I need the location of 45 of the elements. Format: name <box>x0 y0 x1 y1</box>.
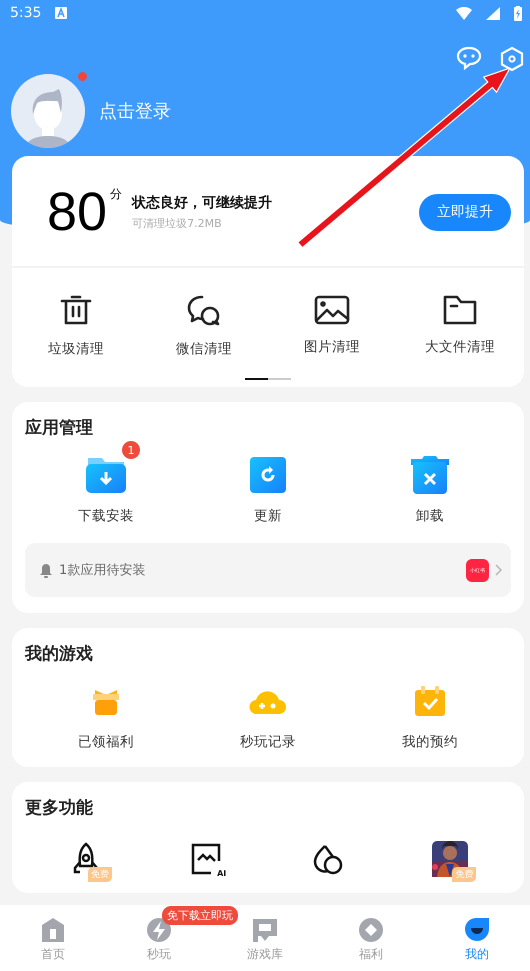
battery-icon <box>514 6 522 20</box>
image-icon <box>313 294 351 326</box>
refresh-icon <box>250 457 286 493</box>
junk-size-text: 可清理垃圾7.2MB <box>132 216 223 230</box>
chat-bubbles-icon <box>186 294 222 328</box>
wifi-icon <box>456 6 472 20</box>
bell-icon <box>39 562 53 578</box>
item-label[interactable]: 我的预约 <box>402 733 458 751</box>
delete-bin-icon <box>410 456 450 494</box>
notification-icon <box>55 7 68 19</box>
calendar-check-icon <box>414 686 446 716</box>
icon-caption: AI <box>217 869 226 878</box>
chat-icon[interactable] <box>456 46 482 70</box>
score-value: 80 <box>47 182 108 242</box>
tool-label[interactable]: 垃圾清理 <box>48 340 104 358</box>
flag-icon <box>252 917 278 943</box>
signal-icon <box>486 6 500 20</box>
count-badge: 1 <box>122 441 140 459</box>
tool-label[interactable]: 大文件清理 <box>425 338 495 356</box>
boost-button[interactable]: 立即提升 <box>419 194 511 230</box>
item-label[interactable]: 卸载 <box>416 507 444 525</box>
free-tag: 免费 <box>88 867 112 882</box>
chevron-right-icon <box>495 564 503 576</box>
item-label[interactable]: 更新 <box>254 507 282 525</box>
tool-label[interactable]: 微信清理 <box>176 340 232 358</box>
settings-icon[interactable] <box>500 46 524 72</box>
promo-tooltip: 免下载立即玩 <box>162 906 238 925</box>
tool-label[interactable]: 图片清理 <box>304 338 360 356</box>
pending-install-text: 1款应用待安装 <box>59 562 146 579</box>
folder-icon <box>442 294 478 326</box>
section-title: 应用管理 <box>25 417 94 439</box>
status-text: 状态良好，可继续提升 <box>132 194 274 212</box>
section-title: 我的游戏 <box>25 643 94 665</box>
page-indicator <box>245 378 291 380</box>
free-tag: 免费 <box>452 867 476 882</box>
item-label[interactable]: 秒玩记录 <box>240 733 296 751</box>
nav-tab[interactable]: 我的 <box>464 917 490 963</box>
item-label[interactable]: 已领福利 <box>78 733 134 751</box>
face-icon <box>464 917 490 943</box>
status-time: 5:35 <box>10 5 42 21</box>
home-icon <box>40 917 66 943</box>
section-title: 更多功能 <box>25 797 94 819</box>
folder-download-icon <box>85 456 127 494</box>
item-label[interactable]: 下载安装 <box>78 507 134 525</box>
score-unit: 分 <box>110 186 122 203</box>
